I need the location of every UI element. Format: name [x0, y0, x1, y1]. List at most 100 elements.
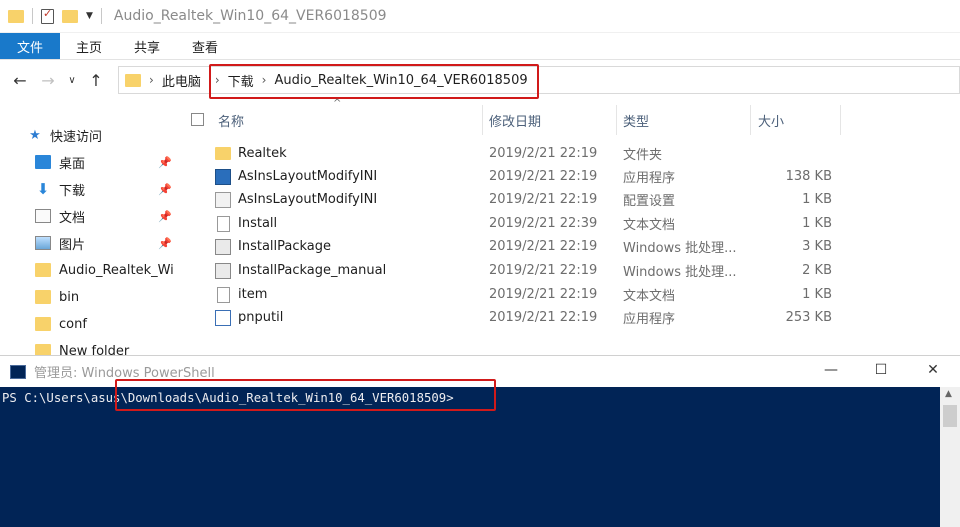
nav-item-documents[interactable]: 文档 📌 [35, 203, 220, 229]
file-size: 138 KB [785, 169, 832, 184]
nav-label: conf [59, 316, 87, 332]
file-size: 1 KB [802, 192, 832, 207]
nav-label: 快速访问 [50, 129, 103, 145]
breadcrumb-this-pc[interactable]: 此电脑 [162, 71, 201, 90]
nav-item-bin[interactable]: bin [35, 284, 220, 310]
file-row[interactable]: Realtek 2019/2/21 22:19 文件夹 [210, 142, 840, 165]
file-size: 1 KB [802, 287, 832, 302]
file-name: AsInsLayoutModifyINI [238, 169, 378, 184]
file-date: 2019/2/21 22:39 [489, 216, 598, 231]
file-name: InstallPackage [238, 239, 332, 254]
customize-dropdown-icon[interactable]: ▼ [86, 11, 93, 21]
nav-quick-access[interactable]: ★ 快速访问 [28, 122, 213, 148]
nav-item-conf[interactable]: conf [35, 311, 220, 337]
file-row[interactable]: Install 2019/2/21 22:39 文本文档 1 KB [210, 212, 840, 235]
document-icon [35, 209, 51, 223]
chevron-right-icon[interactable]: › [149, 73, 154, 87]
file-type: 文件夹 [623, 148, 663, 163]
minimize-button[interactable]: — [816, 362, 846, 378]
file-date: 2019/2/21 22:19 [489, 169, 598, 184]
column-header-date[interactable]: 修改日期 [489, 105, 541, 135]
file-size: 3 KB [802, 239, 832, 254]
vertical-scrollbar[interactable]: ▲ [940, 387, 960, 527]
divider [32, 8, 33, 24]
file-row[interactable]: InstallPackage 2019/2/21 22:19 Windows 批… [210, 235, 840, 258]
window-title: Audio_Realtek_Win10_64_VER6018509 [113, 8, 387, 24]
batch-file-icon [215, 238, 231, 255]
scroll-up-icon[interactable]: ▲ [945, 389, 952, 399]
navigation-pane: ★ 快速访问 桌面 📌 ⬇ 下载 📌 文档 📌 图片 📌 Audio_Realt… [0, 100, 185, 359]
picture-icon [35, 236, 51, 250]
close-button[interactable]: ✕ [918, 362, 948, 378]
file-name: Realtek [238, 146, 287, 161]
file-type: 文本文档 [623, 289, 676, 304]
tab-view[interactable]: 查看 [176, 33, 234, 59]
title-bar: ▼ Audio_Realtek_Win10_64_VER6018509 [0, 0, 960, 33]
pin-icon: 📌 [158, 209, 172, 223]
file-name: item [238, 287, 268, 302]
column-header-type[interactable]: 类型 [623, 105, 649, 135]
tab-share[interactable]: 共享 [118, 33, 176, 59]
folder-icon [35, 263, 51, 277]
file-date: 2019/2/21 22:19 [489, 310, 598, 325]
file-row[interactable]: item 2019/2/21 22:19 文本文档 1 KB [210, 283, 840, 306]
desktop-icon [35, 155, 51, 169]
divider [840, 105, 841, 135]
nav-label: Audio_Realtek_Wi [59, 262, 174, 278]
batch-file-icon [215, 262, 231, 279]
text-file-icon [217, 286, 230, 303]
file-name: AsInsLayoutModifyINI [238, 192, 378, 207]
file-row[interactable]: InstallPackage_manual 2019/2/21 22:19 Wi… [210, 259, 840, 282]
pin-icon: 📌 [158, 155, 172, 169]
divider [482, 105, 483, 135]
back-icon[interactable]: ← [6, 71, 34, 90]
nav-item-downloads[interactable]: ⬇ 下载 📌 [35, 176, 220, 202]
pin-icon: 📌 [158, 182, 172, 196]
address-highlight [209, 64, 539, 99]
scrollbar-thumb[interactable] [943, 405, 957, 427]
file-type: 文本文档 [623, 218, 676, 233]
exe-icon [215, 309, 231, 326]
file-date: 2019/2/21 22:19 [489, 287, 598, 302]
sort-ascending-icon: ^ [333, 98, 342, 109]
file-row[interactable]: pnputil 2019/2/21 22:19 应用程序 253 KB [210, 306, 840, 329]
properties-icon[interactable] [41, 7, 54, 24]
download-icon: ⬇ [36, 180, 50, 198]
nav-item-pictures[interactable]: 图片 📌 [35, 230, 220, 256]
file-type: 配置设置 [623, 194, 676, 209]
pin-icon: 📌 [158, 236, 172, 250]
file-size: 2 KB [802, 263, 832, 278]
maximize-button[interactable]: ☐ [866, 362, 896, 378]
divider [100, 8, 102, 24]
powershell-icon [10, 364, 26, 379]
exe-icon [215, 168, 231, 185]
column-header-name[interactable]: 名称 [218, 105, 244, 135]
folder-icon [35, 290, 51, 304]
nav-item-desktop[interactable]: 桌面 📌 [35, 149, 220, 175]
tab-file[interactable]: 文件 [0, 33, 60, 59]
prompt-highlight [115, 379, 496, 411]
file-type: 应用程序 [623, 312, 676, 327]
tab-home[interactable]: 主页 [60, 33, 118, 59]
file-date: 2019/2/21 22:19 [489, 263, 598, 278]
new-folder-icon[interactable] [62, 9, 78, 23]
folder-icon [125, 73, 141, 87]
nav-item-audio-realtek[interactable]: Audio_Realtek_Wi [35, 257, 220, 283]
nav-label: bin [59, 289, 80, 305]
file-size: 253 KB [785, 310, 832, 325]
recent-locations-icon[interactable]: ∨ [62, 75, 82, 86]
forward-icon[interactable]: → [34, 71, 62, 90]
file-name: Install [238, 216, 278, 231]
star-icon: ★ [29, 127, 41, 143]
divider [616, 105, 617, 135]
quick-access-toolbar: ▼ [0, 7, 102, 24]
file-row[interactable]: AsInsLayoutModifyINI 2019/2/21 22:19 配置设… [210, 188, 840, 211]
file-row[interactable]: AsInsLayoutModifyINI 2019/2/21 22:19 应用程… [210, 165, 840, 188]
file-name: pnputil [238, 310, 284, 325]
text-file-icon [217, 215, 230, 232]
column-header-size[interactable]: 大小 [758, 105, 784, 135]
up-icon[interactable]: ↑ [82, 71, 110, 90]
file-date: 2019/2/21 22:19 [489, 239, 598, 254]
select-all-checkbox[interactable] [191, 113, 204, 126]
file-date: 2019/2/21 22:19 [489, 192, 598, 207]
